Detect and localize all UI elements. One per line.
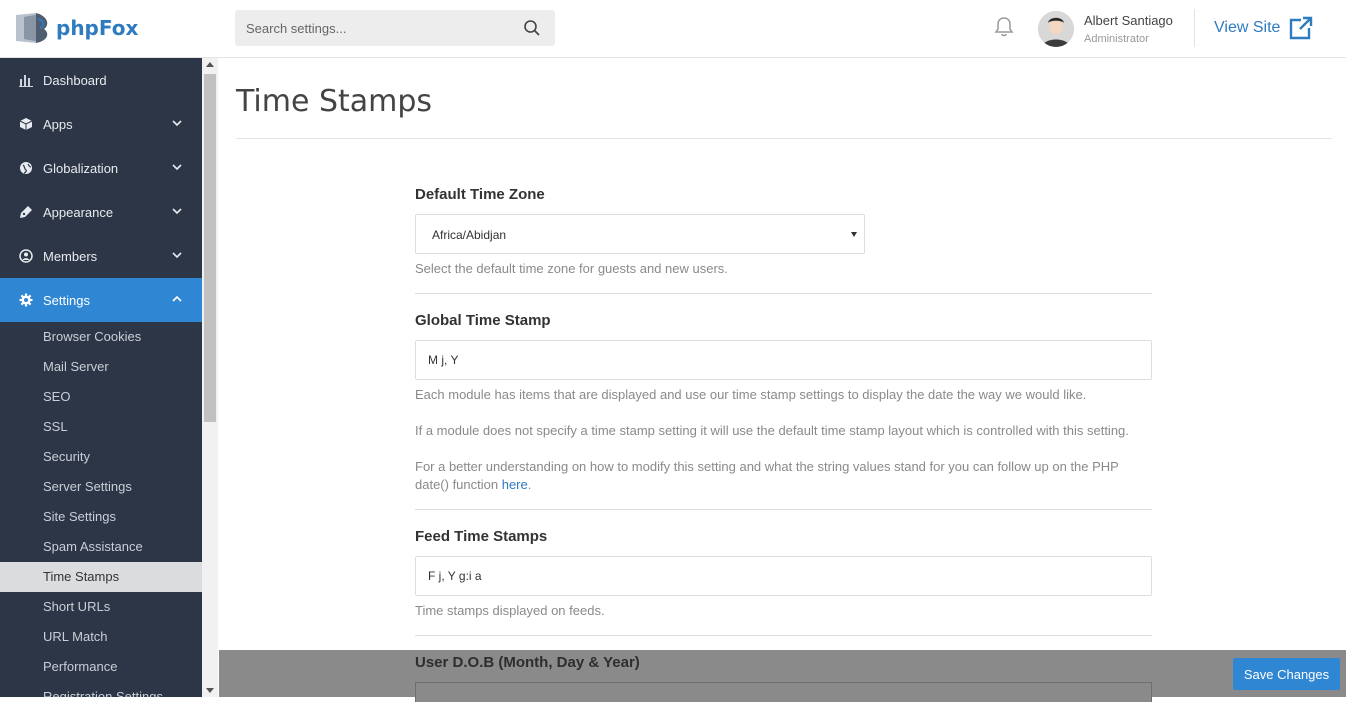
notification-bell-icon[interactable]	[992, 15, 1016, 39]
settings-search	[235, 10, 555, 46]
section-divider	[415, 635, 1152, 636]
global-time-stamp-help-2: If a module does not specify a time stam…	[415, 423, 1129, 438]
sidebar-sub-item-browser-cookies[interactable]: Browser Cookies	[0, 322, 202, 352]
sidebar-item-appearance[interactable]: Appearance	[0, 190, 202, 234]
selected-time-zone: Africa/Abidjan	[432, 228, 507, 242]
top-header: phpFox Albert Santiago Administrator Vie…	[0, 0, 1346, 58]
sidebar-sub-item-spam-assistance[interactable]: Spam Assistance	[0, 532, 202, 562]
sidebar-item-members[interactable]: Members	[0, 234, 202, 278]
here-link[interactable]: here	[502, 477, 528, 492]
user-dob-label: User D.O.B (Month, Day & Year)	[415, 654, 640, 671]
phpfox-logo-icon	[16, 13, 48, 43]
default-time-zone-label: Default Time Zone	[415, 186, 545, 203]
sidebar-item-label: Globalization	[43, 160, 119, 176]
default-time-zone-help: Select the default time zone for guests …	[415, 261, 728, 276]
header-divider	[1194, 9, 1195, 47]
feed-time-stamps-input[interactable]	[415, 556, 1152, 596]
global-time-stamp-help-3: For a better understanding on how to mod…	[415, 458, 1152, 494]
chevron-down-icon	[172, 120, 182, 127]
sidebar-item-label: Settings	[43, 292, 90, 308]
view-site-link[interactable]: View Site	[1214, 19, 1280, 37]
sidebar-sub-item-seo[interactable]: SEO	[0, 382, 202, 412]
user-avatar-icon	[1038, 11, 1074, 47]
global-time-stamp-label: Global Time Stamp	[415, 312, 551, 329]
external-link-icon[interactable]	[1287, 16, 1313, 40]
bar-chart-icon	[19, 75, 33, 87]
sidebar-sub-item-performance[interactable]: Performance	[0, 652, 202, 682]
dropdown-caret-icon	[851, 232, 857, 237]
section-divider	[415, 293, 1152, 294]
admin-sidebar: Dashboard Apps Globalization Appearance …	[0, 58, 202, 697]
sidebar-sub-item-registration-settings[interactable]: Registration Settings	[0, 682, 202, 697]
sidebar-sub-item-security[interactable]: Security	[0, 442, 202, 472]
sidebar-sub-item-ssl[interactable]: SSL	[0, 412, 202, 442]
sidebar-sub-item-server-settings[interactable]: Server Settings	[0, 472, 202, 502]
brand-name: phpFox	[56, 16, 139, 40]
avatar[interactable]	[1038, 11, 1074, 47]
sidebar-sub-item-mail-server[interactable]: Mail Server	[0, 352, 202, 382]
global-time-stamp-input[interactable]	[415, 340, 1152, 380]
sidebar-scrollbar[interactable]	[202, 58, 218, 697]
globe-icon	[20, 162, 32, 174]
sidebar-sub-item-url-match[interactable]: URL Match	[0, 622, 202, 652]
user-dob-input[interactable]	[415, 682, 1152, 702]
pen-icon	[20, 206, 32, 218]
help-text-end: .	[527, 477, 532, 492]
chevron-down-icon	[172, 164, 182, 171]
chevron-down-icon	[172, 208, 182, 215]
cube-icon	[19, 118, 33, 130]
save-changes-button[interactable]: Save Changes	[1233, 658, 1340, 690]
page-title: Time Stamps	[236, 84, 433, 119]
scrollbar-thumb[interactable]	[204, 74, 216, 422]
default-time-zone-select[interactable]: Africa/Abidjan	[415, 214, 865, 254]
user-role: Administrator	[1084, 33, 1149, 45]
scroll-down-arrow-icon[interactable]	[206, 688, 214, 693]
chevron-up-icon	[172, 295, 182, 302]
save-bar: User D.O.B (Month, Day & Year)	[219, 650, 1346, 702]
sidebar-item-settings[interactable]: Settings	[0, 278, 202, 322]
sidebar-sub-item-site-settings[interactable]: Site Settings	[0, 502, 202, 532]
sidebar-sub-item-short-urls[interactable]: Short URLs	[0, 592, 202, 622]
global-time-stamp-help-1: Each module has items that are displayed…	[415, 387, 1087, 402]
sidebar-item-globalization[interactable]: Globalization	[0, 146, 202, 190]
sidebar-item-label: Dashboard	[43, 72, 107, 88]
feed-time-stamps-label: Feed Time Stamps	[415, 528, 548, 545]
section-divider	[415, 509, 1152, 510]
user-name[interactable]: Albert Santiago	[1084, 13, 1173, 28]
chevron-down-icon	[172, 252, 182, 259]
feed-time-stamps-help: Time stamps displayed on feeds.	[415, 603, 605, 618]
search-icon[interactable]	[523, 19, 541, 37]
gear-icon	[19, 293, 33, 307]
sidebar-item-apps[interactable]: Apps	[0, 102, 202, 146]
sidebar-item-label: Members	[43, 248, 98, 264]
search-input[interactable]	[235, 10, 515, 46]
title-divider	[236, 138, 1332, 139]
sidebar-item-label: Appearance	[43, 204, 114, 220]
sidebar-item-label: Apps	[43, 116, 73, 132]
sidebar-item-dashboard[interactable]: Dashboard	[0, 58, 202, 102]
scroll-up-arrow-icon[interactable]	[206, 62, 214, 67]
user-circle-icon	[19, 249, 33, 263]
logo[interactable]: phpFox	[14, 10, 138, 46]
sidebar-sub-item-time-stamps[interactable]: Time Stamps	[0, 562, 202, 592]
